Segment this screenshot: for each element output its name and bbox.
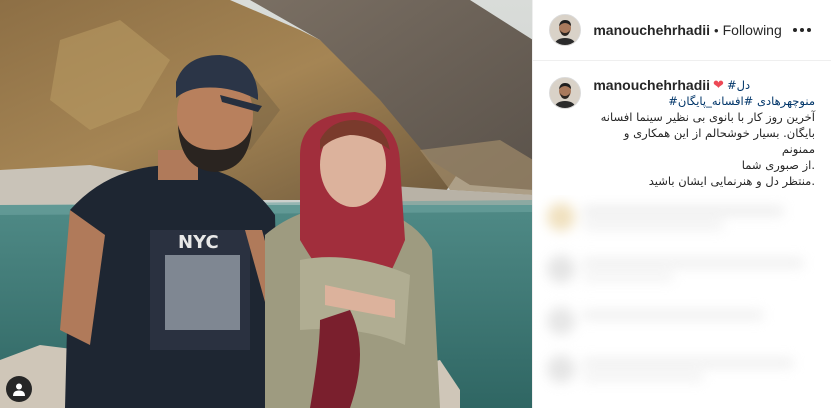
profile-avatar[interactable] xyxy=(549,14,582,46)
post-photo[interactable]: NYC xyxy=(0,0,533,408)
following-button[interactable]: Following xyxy=(723,22,782,38)
caption-line: .از صبوری شما xyxy=(741,158,815,172)
caption-line: .منتظر دل و هنرنمایی ایشان باشید xyxy=(648,174,815,188)
caption-avatar[interactable] xyxy=(549,77,582,109)
caption-line: بایگان. بسیار خوشحالم از این همکاری و مم… xyxy=(623,126,815,156)
post-caption: manouchehrhadii ❤ دل# منوچهرهادی #افسانه… xyxy=(533,61,831,189)
tshirt-print: NYC xyxy=(178,232,219,253)
heart-icon: ❤ xyxy=(713,77,724,92)
post-header: manouchehrhadii • Following xyxy=(533,0,831,61)
avatar-image xyxy=(550,78,581,108)
avatar-image xyxy=(550,15,581,45)
header-separator: • xyxy=(714,22,719,38)
caption-top-line: manouchehrhadii ❤ دل# xyxy=(593,77,815,93)
caption-hashtags[interactable]: منوچهرهادی #افسانه_پایگان# xyxy=(593,93,815,109)
more-options-icon[interactable] xyxy=(789,24,815,36)
post-photo-image: NYC xyxy=(0,0,533,408)
blurred-comments-area xyxy=(533,195,831,408)
more-dot xyxy=(800,28,804,32)
caption-line: آخرین روز کار با بانوی بی نظیر سینما افس… xyxy=(600,110,815,124)
header-username-link[interactable]: manouchehrhadii xyxy=(593,22,710,38)
post-sidebar: manouchehrhadii • Following manouchehrha… xyxy=(532,0,831,408)
hashtag-link[interactable]: دل# xyxy=(727,77,750,93)
instagram-post: NYC manouchehrhadii • Following manouche… xyxy=(0,0,831,408)
more-dot xyxy=(807,28,811,32)
blurred-comments-image xyxy=(547,203,804,383)
more-dot xyxy=(793,28,797,32)
user-icon xyxy=(13,383,25,396)
caption-username-link[interactable]: manouchehrhadii xyxy=(593,77,710,93)
caption-body: manouchehrhadii ❤ دل# منوچهرهادی #افسانه… xyxy=(593,77,815,189)
tagged-user-icon[interactable] xyxy=(6,376,32,402)
